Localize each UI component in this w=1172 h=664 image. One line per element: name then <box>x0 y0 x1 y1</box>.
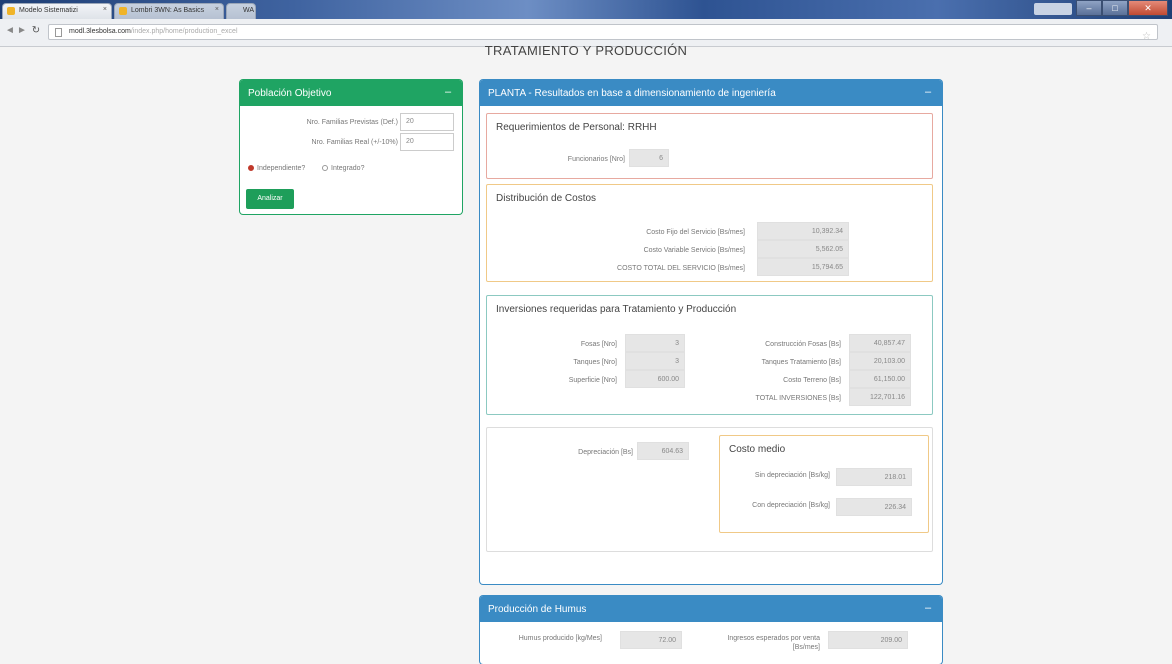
costo-terreno-label: Costo Terreno [Bs] <box>783 377 841 384</box>
bookmark-star-icon[interactable]: ☆ <box>1142 31 1151 42</box>
collapse-icon[interactable]: – <box>444 87 452 98</box>
radio-selected-icon <box>248 165 254 171</box>
sin-depreciacion-label: Sin depreciación [Bs/kg] <box>754 472 830 479</box>
tanques-value: 3 <box>625 352 685 370</box>
page-title: TRATAMIENTO Y PRODUCCIÓN <box>484 43 688 58</box>
reload-icon[interactable]: ↻ <box>30 25 42 36</box>
browser-tab-2[interactable]: Lombri 3WN: As Basics × <box>114 3 224 19</box>
page-icon <box>55 28 62 37</box>
tanques-label: Tanques [Nro] <box>573 359 617 366</box>
costo-fijo-value: 10,392.34 <box>757 222 849 240</box>
tanques-tratamiento-label: Tanques Tratamiento [Bs] <box>761 359 841 366</box>
funcionarios-value: 6 <box>629 149 669 167</box>
radio-integrado-label: Integrado? <box>331 165 365 172</box>
tab-label: Modelo Sistematizi <box>19 7 78 14</box>
costo-variable-label: Costo Variable Servicio [Bs/mes] <box>643 247 745 254</box>
familias-previstas-label: Nro. Familias Previstas (Def.) <box>306 119 398 126</box>
tab-label: WA <box>243 7 255 14</box>
browser-tab-3[interactable]: WA <box>226 3 256 19</box>
familias-real-input[interactable]: 20 <box>400 133 454 151</box>
back-arrow-icon[interactable]: ◄ <box>4 25 16 36</box>
humus-panel: Producción de Humus – Humus producido [k… <box>480 596 942 664</box>
costo-medio-title: Costo medio <box>729 444 786 455</box>
superficie-value: 600.00 <box>625 370 685 388</box>
url-input[interactable]: modl.3lesbolsa.com/index.php/home/produc… <box>48 24 1158 42</box>
costos-title: Distribución de Costos <box>496 193 597 204</box>
window-controls: – □ ✕ <box>1076 0 1168 16</box>
con-depreciacion-label: Con depreciación [Bs/kg] <box>752 502 830 509</box>
total-inversiones-value: 122,701.16 <box>849 388 911 406</box>
familias-previstas-input[interactable]: 20 <box>400 113 454 131</box>
costo-fijo-label: Costo Fijo del Servicio [Bs/mes] <box>646 229 745 236</box>
radio-independiente-label: Independiente? <box>257 165 306 172</box>
humus-producido-label: Humus producido [kg/Mes] <box>518 635 602 642</box>
forward-arrow-icon[interactable]: ► <box>16 25 28 36</box>
rrhh-title: Requerimientos de Personal: RRHH <box>496 122 657 133</box>
radio-independiente[interactable]: Independiente? <box>248 165 305 172</box>
rrhh-section: Requerimientos de Personal: RRHH Funcion… <box>486 113 933 179</box>
planta-panel-header: PLANTA - Resultados en base a dimensiona… <box>480 80 942 106</box>
tanques-tratamiento-value: 20,103.00 <box>849 352 911 370</box>
ingresos-value: 209.00 <box>828 631 908 649</box>
humus-producido-value: 72.00 <box>620 631 682 649</box>
inversiones-section: Inversiones requeridas para Tratamiento … <box>486 295 933 415</box>
depreciacion-section: Depreciación [Bs] 604.63 Costo medio Sin… <box>486 427 933 552</box>
user-badge[interactable] <box>1034 3 1072 15</box>
superficie-label: Superficie [Nro] <box>568 377 617 384</box>
ingresos-label: Ingresos esperados por venta [Bs/mes] <box>727 635 820 651</box>
analizar-button[interactable]: Analizar <box>246 189 294 209</box>
minimize-icon[interactable]: – <box>1076 0 1102 16</box>
costos-section: Distribución de Costos Costo Fijo del Se… <box>486 184 933 282</box>
fosas-value: 3 <box>625 334 685 352</box>
tab-favicon-icon <box>7 7 15 15</box>
url-host: modl.3lesbolsa.com <box>69 28 131 35</box>
planta-panel-title: PLANTA - Resultados en base a dimensiona… <box>488 88 776 99</box>
sin-depreciacion-value: 218.01 <box>836 468 912 486</box>
depreciacion-value: 604.63 <box>637 442 689 460</box>
collapse-icon[interactable]: – <box>924 603 932 614</box>
costo-terreno-value: 61,150.00 <box>849 370 911 388</box>
depreciacion-label: Depreciación [Bs] <box>578 449 633 456</box>
url-path: /index.php/home/production_excel <box>130 28 238 35</box>
costo-medio-box: Costo medio Sin depreciación [Bs/kg] 218… <box>719 435 929 533</box>
browser-titlebar: Modelo Sistematizi × Lombri 3WN: As Basi… <box>0 0 1172 19</box>
costo-variable-value: 5,562.05 <box>757 240 849 258</box>
funcionarios-label: Funcionarios [Nro] <box>567 156 625 163</box>
planta-panel: PLANTA - Resultados en base a dimensiona… <box>480 80 942 584</box>
construccion-fosas-label: Construcción Fosas [Bs] <box>765 341 841 348</box>
costo-total-label: COSTO TOTAL DEL SERVICIO [Bs/mes] <box>617 265 745 272</box>
poblacion-panel: Población Objetivo – Nro. Familias Previ… <box>240 80 462 214</box>
browser-tab-1[interactable]: Modelo Sistematizi × <box>2 3 112 19</box>
radio-integrado[interactable]: Integrado? <box>322 165 364 172</box>
inversiones-title: Inversiones requeridas para Tratamiento … <box>496 304 737 315</box>
close-window-icon[interactable]: ✕ <box>1128 0 1168 16</box>
collapse-icon[interactable]: – <box>924 87 932 98</box>
tab-close-icon[interactable]: × <box>215 6 219 13</box>
familias-real-label: Nro. Familias Real (+/-10%) <box>311 139 398 146</box>
con-depreciacion-value: 226.34 <box>836 498 912 516</box>
maximize-icon[interactable]: □ <box>1102 0 1128 16</box>
costo-total-value: 15,794.65 <box>757 258 849 276</box>
tab-label: Lombri 3WN: As Basics <box>131 7 205 14</box>
radio-unselected-icon <box>322 165 328 171</box>
tab-close-icon[interactable]: × <box>103 6 107 13</box>
humus-panel-header: Producción de Humus – <box>480 596 942 622</box>
poblacion-panel-title: Población Objetivo <box>248 88 332 99</box>
poblacion-panel-header: Población Objetivo – <box>240 80 462 106</box>
total-inversiones-label: TOTAL INVERSIONES [Bs] <box>755 395 841 402</box>
construccion-fosas-value: 40,857.47 <box>849 334 911 352</box>
fosas-label: Fosas [Nro] <box>580 341 617 348</box>
tab-favicon-icon <box>119 7 127 15</box>
humus-panel-title: Producción de Humus <box>488 604 587 615</box>
